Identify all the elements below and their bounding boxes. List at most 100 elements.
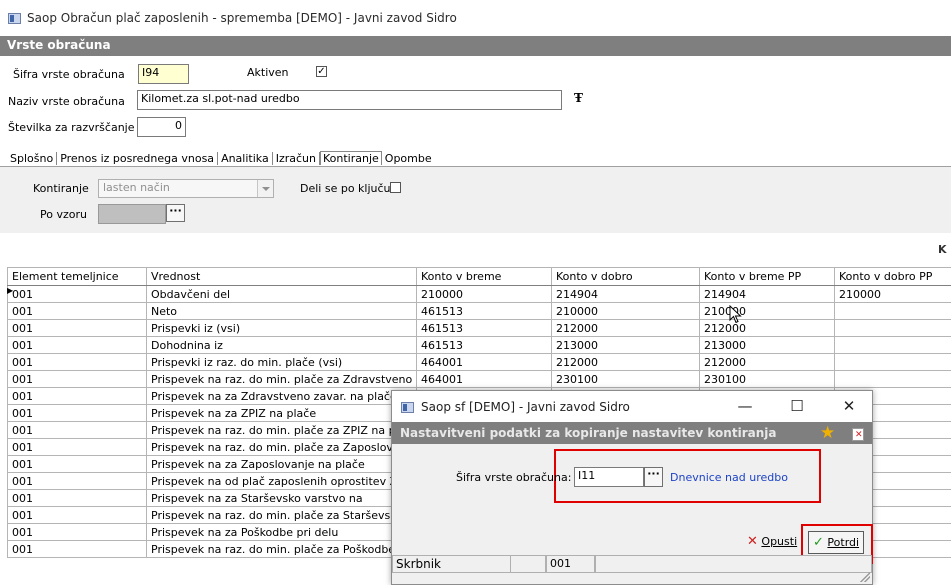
col-konto-breme-pp[interactable]: Konto v breme PP xyxy=(699,267,835,286)
table-cell[interactable]: Prispevek na raz. do min. plače za Poško… xyxy=(146,540,417,558)
font-icon[interactable]: Ŧ xyxy=(574,91,583,105)
table-cell[interactable]: 464001 xyxy=(416,370,552,388)
table-row[interactable]: 001 Prispevek na raz. do min. plače za Zd… xyxy=(7,370,951,388)
table-cell[interactable]: 001 xyxy=(7,472,147,490)
table-cell[interactable]: 001 xyxy=(7,421,147,439)
table-cell[interactable]: Prispevek na raz. do min. plače za Zdrav… xyxy=(146,370,417,388)
sifra-input[interactable]: I94 xyxy=(138,64,189,84)
tab-kontiranje[interactable]: Kontiranje xyxy=(319,151,382,165)
table-cell[interactable]: 213000 xyxy=(551,336,700,354)
tab-opombe[interactable]: Opombe xyxy=(382,152,435,165)
col-element[interactable]: Element temeljnice xyxy=(7,267,147,286)
table-cell[interactable]: 461513 xyxy=(416,336,552,354)
table-cell[interactable]: Prispevek na za Zaposlovanje na plače xyxy=(146,455,417,473)
table-cell[interactable] xyxy=(834,353,951,371)
table-cell[interactable]: 210000 xyxy=(551,302,700,320)
table-cell[interactable]: 461513 xyxy=(416,319,552,337)
dialog-sifra-lookup-button[interactable]: ··· xyxy=(644,467,663,487)
table-cell[interactable]: 212000 xyxy=(551,353,700,371)
table-cell[interactable]: 001 xyxy=(7,319,147,337)
table-cell[interactable]: Prispevek na raz. do min. plače za ZPIZ … xyxy=(146,421,417,439)
table-cell[interactable]: 001 xyxy=(7,370,147,388)
deli-checkbox[interactable] xyxy=(390,182,401,193)
table-cell[interactable]: 214904 xyxy=(551,285,700,303)
table-cell[interactable]: 213000 xyxy=(699,336,835,354)
table-cell[interactable]: 001 xyxy=(7,302,147,320)
tab-prenos[interactable]: Prenos iz posrednega vnosa xyxy=(57,152,219,165)
tab-analitika[interactable]: Analitika xyxy=(218,152,273,165)
table-cell[interactable]: 001 xyxy=(7,489,147,507)
aktiven-checkbox[interactable]: ✓ xyxy=(316,66,327,77)
kontiranje-select[interactable]: lasten način xyxy=(98,179,274,198)
table-row[interactable]: 001 Obdavčeni del 210000 214904 214904 210000 xyxy=(7,285,951,303)
deli-label: Deli se po ključu xyxy=(300,182,391,195)
table-cell[interactable]: 212000 xyxy=(551,319,700,337)
table-cell[interactable]: 001 xyxy=(7,455,147,473)
table-cell[interactable]: Prispevki iz (vsi) xyxy=(146,319,417,337)
table-cell[interactable] xyxy=(834,370,951,388)
table-cell[interactable]: Obdavčeni del xyxy=(146,285,417,303)
cancel-button[interactable]: ✕ Opusti xyxy=(747,534,797,549)
table-cell[interactable]: Prispevek na raz. do min. plače za Zapos… xyxy=(146,438,417,456)
table-row[interactable]: 001 Dohodnina iz 461513 213000 213000 xyxy=(7,336,951,354)
po-vzoru-lookup-button[interactable]: ··· xyxy=(166,204,185,222)
table-cell[interactable]: Prispevek na za Zdravstveno zavar. na pl… xyxy=(146,387,417,405)
table-cell[interactable]: 230100 xyxy=(699,370,835,388)
tab-izracun[interactable]: Izračun xyxy=(273,152,320,165)
table-cell[interactable]: 210000 xyxy=(699,302,835,320)
resize-grip-icon[interactable] xyxy=(860,572,870,582)
table-cell[interactable]: 001 xyxy=(7,387,147,405)
table-cell[interactable]: 001 xyxy=(7,353,147,371)
table-cell[interactable]: 001 xyxy=(7,438,147,456)
dialog-sifra-input[interactable]: I11 xyxy=(574,467,644,487)
table-cell[interactable]: 210000 xyxy=(834,285,951,303)
table-cell[interactable] xyxy=(834,319,951,337)
confirm-button[interactable]: ✓ Potrdi xyxy=(808,531,865,554)
col-konto-dobro-pp[interactable]: Konto v dobro PP xyxy=(834,267,951,286)
table-cell[interactable]: 001 xyxy=(7,404,147,422)
table-cell[interactable]: Prispevek na od plač zaposlenih oprostit… xyxy=(146,472,417,490)
minimize-button[interactable]: — xyxy=(728,395,762,417)
table-cell[interactable]: 001 xyxy=(7,540,147,558)
table-cell[interactable]: Prispevek na za Starševsko varstvo na xyxy=(146,489,417,507)
table-cell[interactable]: 001 xyxy=(7,506,147,524)
table-cell[interactable]: Dohodnina iz xyxy=(146,336,417,354)
col-konto-dobro[interactable]: Konto v dobro xyxy=(551,267,700,286)
table-cell[interactable]: 210000 xyxy=(416,285,552,303)
table-cell[interactable]: Prispevek na za ZPIZ na plače xyxy=(146,404,417,422)
table-cell[interactable]: Prispevek na raz. do min. plače za Starš… xyxy=(146,506,417,524)
col-konto-breme[interactable]: Konto v breme xyxy=(416,267,552,286)
app-icon xyxy=(8,13,21,24)
table-cell[interactable]: Neto xyxy=(146,302,417,320)
close-button[interactable]: ✕ xyxy=(832,395,866,417)
table-cell[interactable]: 001 xyxy=(7,285,147,303)
col-vrednost[interactable]: Vrednost xyxy=(146,267,417,286)
table-cell[interactable] xyxy=(834,302,951,320)
table-cell[interactable]: Prispevki iz raz. do min. plače (vsi) xyxy=(146,353,417,371)
status-spacer xyxy=(510,555,546,573)
dialog-close-icon[interactable] xyxy=(852,428,864,441)
table-cell[interactable]: 461513 xyxy=(416,302,552,320)
po-vzoru-input[interactable] xyxy=(98,204,166,224)
maximize-button[interactable]: ☐ xyxy=(780,395,814,417)
table-cell[interactable]: 464001 xyxy=(416,353,552,371)
table-cell[interactable]: 001 xyxy=(7,336,147,354)
table-cell[interactable]: 214904 xyxy=(699,285,835,303)
chevron-down-icon[interactable] xyxy=(257,180,273,197)
naziv-input[interactable]: Kilomet.za sl.pot-nad uredbo xyxy=(137,90,562,110)
stevilka-input[interactable]: 0 xyxy=(137,117,186,137)
table-cell[interactable]: 212000 xyxy=(699,353,835,371)
table-row[interactable]: 001 Neto 461513 210000 210000 xyxy=(7,302,951,320)
table-row[interactable]: 001 Prispevki iz (vsi) 461513 212000 212000 xyxy=(7,319,951,337)
favorite-star-icon[interactable]: ★ xyxy=(820,425,835,442)
first-record-icon[interactable]: K xyxy=(938,243,947,256)
table-row[interactable]: 001 Prispevki iz raz. do min. plače (vsi)… xyxy=(7,353,951,371)
dialog-titlebar: Saop sf [DEMO] - Javni zavod Sidro — ☐ ✕ xyxy=(392,391,872,422)
table-cell[interactable]: 212000 xyxy=(699,319,835,337)
table-cell[interactable]: Prispevek na za Poškodbe pri delu xyxy=(146,523,417,541)
table-cell[interactable]: 001 xyxy=(7,523,147,541)
table-cell[interactable]: 230100 xyxy=(551,370,700,388)
status-extra xyxy=(595,555,872,573)
tab-splosno[interactable]: Splošno xyxy=(7,152,58,165)
table-cell[interactable] xyxy=(834,336,951,354)
